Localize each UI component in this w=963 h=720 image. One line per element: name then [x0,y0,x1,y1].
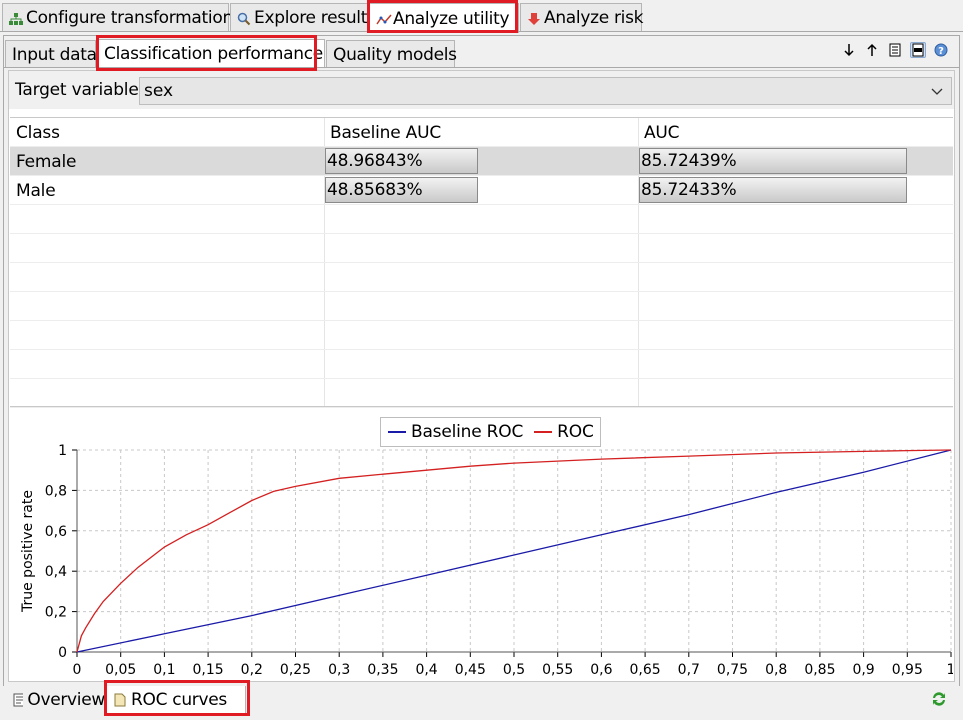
x-tick-label: 0,75 [717,662,748,678]
column-header-auc[interactable]: AUC [638,118,953,147]
table-header: Class Baseline AUC AUC [10,118,953,147]
x-tick-label: 0,55 [542,662,573,678]
empty-row [10,379,953,408]
x-tick-label: 0,6 [590,662,612,678]
y-tick-label: 0 [58,645,67,661]
x-tick-label: 0,85 [804,662,835,678]
tab-label: Input data [12,44,97,65]
y-tick-label: 0,2 [45,605,67,621]
class-cell: Female [16,151,77,172]
analyze-utility-panel: Input data Classification performance Qu… [3,35,960,687]
baseline-auc-value: 48.96843% [327,151,423,171]
roc-plot: 0 0,05 0,1 0,15 0,2 0,25 0,3 0,35 0,4 0,45 0,5 0,55… [20,443,953,678]
table-view-icon[interactable] [910,42,926,58]
x-tick-label: 0,7 [678,662,700,678]
empty-row [10,292,953,321]
x-tick-label: 0,35 [367,662,398,678]
column-header-baseline-auc[interactable]: Baseline AUC [324,118,638,147]
risk-arrow-icon [527,11,541,25]
y-tick-label: 1 [58,443,67,459]
target-variable-value: sex [144,81,174,101]
auc-value: 85.72433% [641,180,737,200]
tab-label: Quality models [333,44,457,65]
auc-bar: 85.72439% [639,148,907,174]
class-cell: Male [16,180,56,201]
tab-quality-models[interactable]: Quality models [326,40,457,68]
x-tick-label: 0,65 [630,662,661,678]
classification-performance-view: Target variable: sex Class Baseline AUC … [8,70,955,682]
empty-row [10,205,953,234]
tab-label: Analyze utility [393,8,510,29]
y-tick-label: 0,4 [45,564,67,580]
main-tab-bar: Configure transformation Explore results… [0,0,963,34]
x-tick-label: 0,95 [892,662,923,678]
svg-text:?: ? [938,46,944,57]
tab-classification-performance[interactable]: Classification performance [97,39,325,68]
tab-analyze-risk[interactable]: Analyze risk [520,3,644,32]
column-header-class[interactable]: Class [10,118,324,147]
auc-value: 85.72439% [641,151,737,171]
utility-chart-icon [376,12,392,26]
help-icon[interactable]: ? [933,42,949,58]
tab-label: Configure transformation [26,8,233,28]
y-axis-label: True positive rate [20,490,36,613]
tab-label: Analyze risk [544,8,644,28]
baseline-auc-bar: 48.85683% [325,177,478,203]
x-tick-label: 0,15 [193,662,224,678]
sort-ascending-icon[interactable] [864,42,880,58]
tab-configure-transformation[interactable]: Configure transformation [2,3,233,32]
x-tick-label: 0,05 [105,662,136,678]
x-tick-label: 1 [947,662,953,678]
empty-row [10,263,953,292]
x-tick-label: 0 [73,662,82,678]
tab-label: ROC curves [131,689,227,710]
target-variable-select[interactable]: sex [139,77,952,105]
target-variable-label: Target variable: [15,80,145,100]
x-tick-label: 0,45 [455,662,486,678]
tab-label: Classification performance [104,44,323,64]
x-tick-label: 0,4 [415,662,437,678]
table-row[interactable]: Female 48.96843% 85.72439% [10,147,953,176]
refresh-icon[interactable] [930,690,948,708]
baseline-auc-bar: 48.96843% [325,148,478,174]
target-variable-row: Target variable: sex [9,71,954,109]
empty-row [10,350,953,379]
hierarchy-icon [9,11,23,25]
tab-input-data[interactable]: Input data [5,40,97,68]
classification-table: Class Baseline AUC AUC Female 48.96843% … [10,117,953,408]
x-tick-label: 0,25 [280,662,311,678]
auc-bar: 85.72433% [639,177,907,203]
tab-overview[interactable]: Overview [7,686,105,714]
document-icon [114,693,126,706]
bottom-tab-bar: Overview ROC curves [3,686,960,716]
tab-analyze-utility[interactable]: Analyze utility [369,3,519,33]
magnifier-icon [237,11,251,26]
baseline-auc-value: 48.85683% [327,180,423,200]
tab-roc-curves[interactable]: ROC curves [106,686,246,714]
sort-descending-icon[interactable] [841,42,857,58]
x-tick-label: 0,5 [503,662,525,678]
tab-explore-results[interactable]: Explore results [230,3,376,32]
toolbar: ? [841,42,949,58]
x-tick-label: 0,9 [852,662,874,678]
tab-label: Explore results [254,8,376,28]
x-tick-label: 0,8 [765,662,787,678]
chevron-down-icon [931,88,943,95]
table-row[interactable]: Male 48.85683% 85.72433% [10,176,953,205]
empty-row [10,321,953,350]
empty-row [10,234,953,263]
x-tick-label: 0,3 [328,662,350,678]
list-view-icon[interactable] [887,42,903,58]
roc-chart: Baseline ROC ROC 0 0,05 0,1 0,15 0,2 0,25 0,3 0… [10,411,953,681]
sub-tab-bar: Input data Classification performance Qu… [4,36,959,68]
y-tick-label: 0,8 [45,483,67,499]
x-tick-label: 0,1 [153,662,175,678]
y-tick-label: 0,6 [45,524,67,540]
tab-label: Overview [27,690,105,710]
x-tick-label: 0,2 [241,662,263,678]
overview-icon [13,693,24,707]
